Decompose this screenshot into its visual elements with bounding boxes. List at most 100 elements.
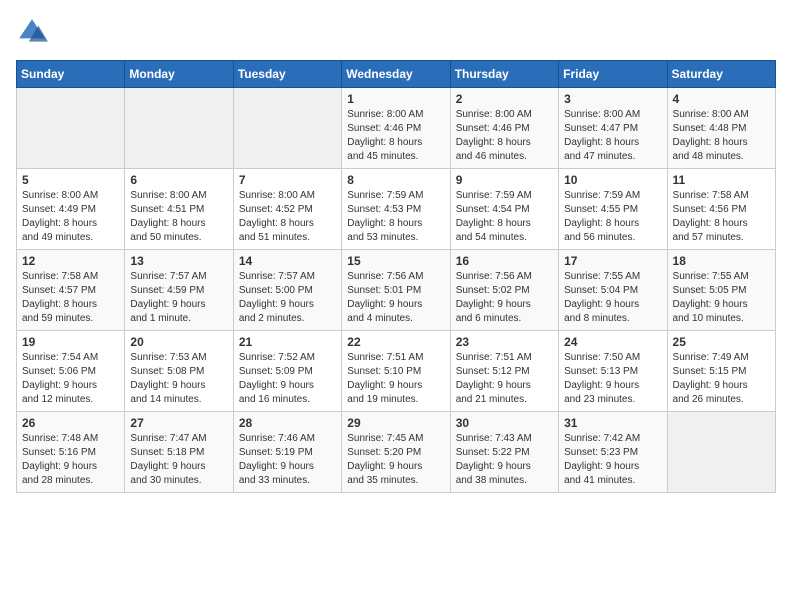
day-header-saturday: Saturday: [667, 61, 775, 88]
day-number: 5: [22, 173, 119, 187]
day-info: Sunrise: 7:52 AM Sunset: 5:09 PM Dayligh…: [239, 351, 336, 407]
calendar-cell: 29 Sunrise: 7:45 AM Sunset: 5:20 PM Dayli…: [342, 412, 450, 493]
calendar-cell: 13 Sunrise: 7:57 AM Sunset: 4:59 PM Dayli…: [125, 250, 233, 331]
day-number: 20: [130, 335, 227, 349]
calendar-cell: 27 Sunrise: 7:47 AM Sunset: 5:18 PM Dayli…: [125, 412, 233, 493]
day-info: Sunrise: 8:00 AM Sunset: 4:52 PM Dayligh…: [239, 189, 336, 245]
day-info: Sunrise: 7:57 AM Sunset: 4:59 PM Dayligh…: [130, 270, 227, 326]
calendar-cell: 3 Sunrise: 8:00 AM Sunset: 4:47 PM Daylig…: [559, 88, 667, 169]
calendar-cell: 11 Sunrise: 7:58 AM Sunset: 4:56 PM Dayli…: [667, 169, 775, 250]
calendar-cell: 7 Sunrise: 8:00 AM Sunset: 4:52 PM Daylig…: [233, 169, 341, 250]
day-info: Sunrise: 7:58 AM Sunset: 4:56 PM Dayligh…: [673, 189, 770, 245]
calendar-cell: [17, 88, 125, 169]
day-info: Sunrise: 7:47 AM Sunset: 5:18 PM Dayligh…: [130, 432, 227, 488]
day-info: Sunrise: 7:42 AM Sunset: 5:23 PM Dayligh…: [564, 432, 661, 488]
day-header-friday: Friday: [559, 61, 667, 88]
calendar-cell: 6 Sunrise: 8:00 AM Sunset: 4:51 PM Daylig…: [125, 169, 233, 250]
day-number: 16: [456, 254, 553, 268]
logo: [16, 16, 52, 48]
calendar-cell: 21 Sunrise: 7:52 AM Sunset: 5:09 PM Dayli…: [233, 331, 341, 412]
calendar-cell: 12 Sunrise: 7:58 AM Sunset: 4:57 PM Dayli…: [17, 250, 125, 331]
day-info: Sunrise: 8:00 AM Sunset: 4:49 PM Dayligh…: [22, 189, 119, 245]
day-number: 14: [239, 254, 336, 268]
calendar-cell: 5 Sunrise: 8:00 AM Sunset: 4:49 PM Daylig…: [17, 169, 125, 250]
day-number: 12: [22, 254, 119, 268]
day-info: Sunrise: 8:00 AM Sunset: 4:47 PM Dayligh…: [564, 108, 661, 164]
day-number: 13: [130, 254, 227, 268]
calendar-cell: 18 Sunrise: 7:55 AM Sunset: 5:05 PM Dayli…: [667, 250, 775, 331]
day-number: 30: [456, 416, 553, 430]
calendar-cell: 28 Sunrise: 7:46 AM Sunset: 5:19 PM Dayli…: [233, 412, 341, 493]
day-info: Sunrise: 7:59 AM Sunset: 4:55 PM Dayligh…: [564, 189, 661, 245]
calendar-cell: 20 Sunrise: 7:53 AM Sunset: 5:08 PM Dayli…: [125, 331, 233, 412]
days-header-row: SundayMondayTuesdayWednesdayThursdayFrid…: [17, 61, 776, 88]
day-number: 6: [130, 173, 227, 187]
day-number: 7: [239, 173, 336, 187]
logo-icon: [16, 16, 48, 48]
calendar-cell: 2 Sunrise: 8:00 AM Sunset: 4:46 PM Daylig…: [450, 88, 558, 169]
day-info: Sunrise: 7:59 AM Sunset: 4:53 PM Dayligh…: [347, 189, 444, 245]
calendar-cell: 1 Sunrise: 8:00 AM Sunset: 4:46 PM Daylig…: [342, 88, 450, 169]
calendar-cell: 17Sunrise: 7:55 AM Sunset: 5:04 PM Dayli…: [559, 250, 667, 331]
day-header-tuesday: Tuesday: [233, 61, 341, 88]
day-info: Sunrise: 7:53 AM Sunset: 5:08 PM Dayligh…: [130, 351, 227, 407]
calendar-cell: [233, 88, 341, 169]
calendar-table: SundayMondayTuesdayWednesdayThursdayFrid…: [16, 60, 776, 493]
day-info: Sunrise: 7:49 AM Sunset: 5:15 PM Dayligh…: [673, 351, 770, 407]
day-number: 1: [347, 92, 444, 106]
week-row-4: 19 Sunrise: 7:54 AM Sunset: 5:06 PM Dayli…: [17, 331, 776, 412]
day-info: Sunrise: 7:45 AM Sunset: 5:20 PM Dayligh…: [347, 432, 444, 488]
calendar-cell: 30 Sunrise: 7:43 AM Sunset: 5:22 PM Dayli…: [450, 412, 558, 493]
day-info: Sunrise: 7:58 AM Sunset: 4:57 PM Dayligh…: [22, 270, 119, 326]
calendar-cell: 10 Sunrise: 7:59 AM Sunset: 4:55 PM Dayli…: [559, 169, 667, 250]
calendar-cell: 15 Sunrise: 7:56 AM Sunset: 5:01 PM Dayli…: [342, 250, 450, 331]
day-info: Sunrise: 7:57 AM Sunset: 5:00 PM Dayligh…: [239, 270, 336, 326]
day-info: Sunrise: 7:55 AM Sunset: 5:04 PM Dayligh…: [564, 270, 661, 326]
day-info: Sunrise: 7:48 AM Sunset: 5:16 PM Dayligh…: [22, 432, 119, 488]
calendar-cell: 25 Sunrise: 7:49 AM Sunset: 5:15 PM Dayli…: [667, 331, 775, 412]
day-number: 28: [239, 416, 336, 430]
week-row-5: 26 Sunrise: 7:48 AM Sunset: 5:16 PM Dayli…: [17, 412, 776, 493]
day-number: 15: [347, 254, 444, 268]
day-info: Sunrise: 8:00 AM Sunset: 4:48 PM Dayligh…: [673, 108, 770, 164]
day-number: 31: [564, 416, 661, 430]
calendar-cell: [125, 88, 233, 169]
day-info: Sunrise: 8:00 AM Sunset: 4:46 PM Dayligh…: [456, 108, 553, 164]
day-header-monday: Monday: [125, 61, 233, 88]
day-info: Sunrise: 7:54 AM Sunset: 5:06 PM Dayligh…: [22, 351, 119, 407]
calendar-cell: 23Sunrise: 7:51 AM Sunset: 5:12 PM Dayli…: [450, 331, 558, 412]
day-info: Sunrise: 7:56 AM Sunset: 5:02 PM Dayligh…: [456, 270, 553, 326]
day-info: Sunrise: 7:55 AM Sunset: 5:05 PM Dayligh…: [673, 270, 770, 326]
day-number: 18: [673, 254, 770, 268]
calendar-cell: 9Sunrise: 7:59 AM Sunset: 4:54 PM Daylig…: [450, 169, 558, 250]
day-header-thursday: Thursday: [450, 61, 558, 88]
calendar-cell: 14 Sunrise: 7:57 AM Sunset: 5:00 PM Dayli…: [233, 250, 341, 331]
day-number: 3: [564, 92, 661, 106]
day-number: 9: [456, 173, 553, 187]
day-number: 27: [130, 416, 227, 430]
calendar-cell: 19 Sunrise: 7:54 AM Sunset: 5:06 PM Dayli…: [17, 331, 125, 412]
day-number: 29: [347, 416, 444, 430]
calendar-cell: 16 Sunrise: 7:56 AM Sunset: 5:02 PM Dayli…: [450, 250, 558, 331]
day-header-wednesday: Wednesday: [342, 61, 450, 88]
day-header-sunday: Sunday: [17, 61, 125, 88]
day-info: Sunrise: 8:00 AM Sunset: 4:46 PM Dayligh…: [347, 108, 444, 164]
day-number: 23: [456, 335, 553, 349]
day-number: 24: [564, 335, 661, 349]
calendar-cell: 26 Sunrise: 7:48 AM Sunset: 5:16 PM Dayli…: [17, 412, 125, 493]
calendar-cell: [667, 412, 775, 493]
day-number: 21: [239, 335, 336, 349]
day-info: Sunrise: 7:46 AM Sunset: 5:19 PM Dayligh…: [239, 432, 336, 488]
day-number: 25: [673, 335, 770, 349]
day-number: 11: [673, 173, 770, 187]
calendar-cell: 31 Sunrise: 7:42 AM Sunset: 5:23 PM Dayli…: [559, 412, 667, 493]
day-info: Sunrise: 7:56 AM Sunset: 5:01 PM Dayligh…: [347, 270, 444, 326]
day-number: 10: [564, 173, 661, 187]
week-row-1: 1 Sunrise: 8:00 AM Sunset: 4:46 PM Daylig…: [17, 88, 776, 169]
day-info: Sunrise: 8:00 AM Sunset: 4:51 PM Dayligh…: [130, 189, 227, 245]
day-number: 19: [22, 335, 119, 349]
day-info: Sunrise: 7:43 AM Sunset: 5:22 PM Dayligh…: [456, 432, 553, 488]
day-number: 2: [456, 92, 553, 106]
week-row-3: 12 Sunrise: 7:58 AM Sunset: 4:57 PM Dayli…: [17, 250, 776, 331]
day-number: 26: [22, 416, 119, 430]
